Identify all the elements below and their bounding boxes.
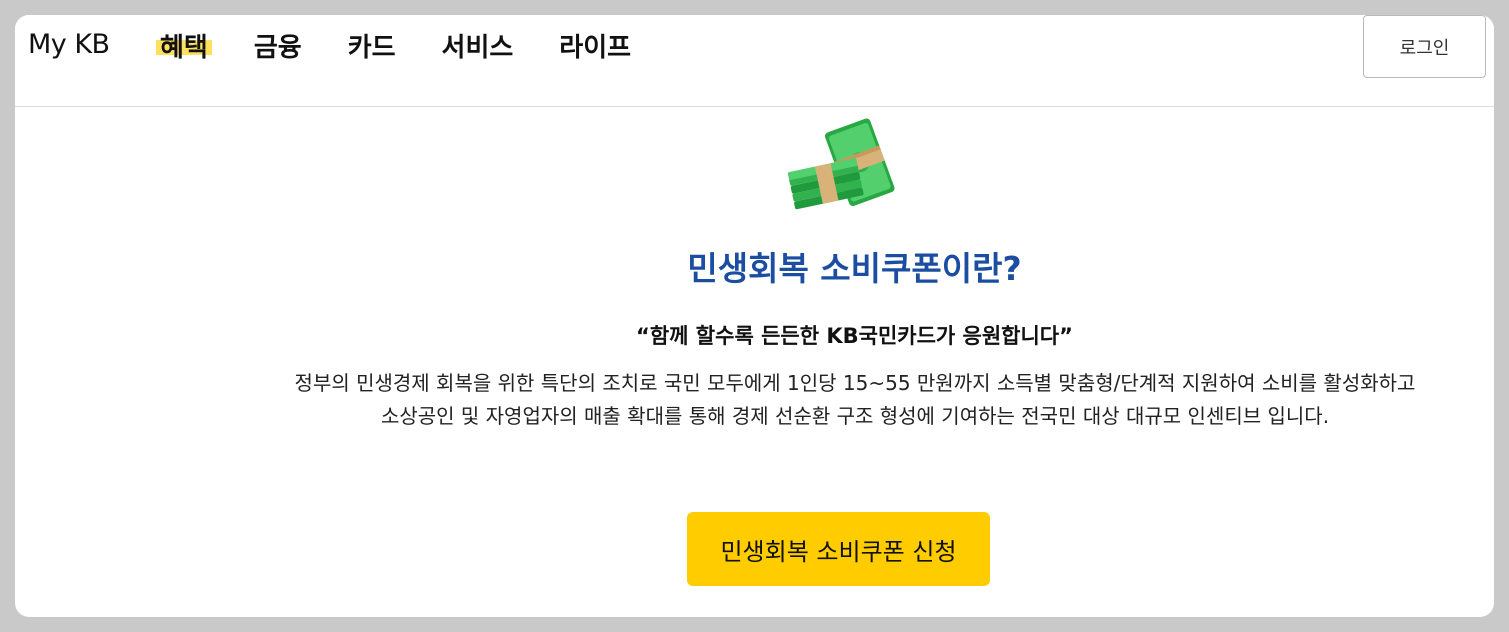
main-nav: 혜택 금융 카드 서비스 라이프: [156, 27, 677, 64]
description: 정부의 민생경제 회복을 위한 특단의 조치로 국민 모두에게 1인당 15~5…: [165, 367, 1494, 433]
slogan: “함께 할수록 든든한 KB국민카드가 응원합니다”: [636, 324, 1073, 348]
site-header: My KB 혜택 금융 카드 서비스 라이프 로그인: [15, 15, 1494, 107]
page-title: 민생회복 소비쿠폰이란?: [687, 249, 1022, 288]
nav-item-label: 라이프: [559, 33, 632, 63]
logo[interactable]: My KB: [28, 29, 110, 60]
nav-item-label: 서비스: [441, 33, 514, 63]
nav-item-life[interactable]: 라이프: [559, 27, 631, 64]
nav-item-service[interactable]: 서비스: [442, 27, 514, 64]
browser-window: My KB 혜택 금융 카드 서비스 라이프 로그인 민생회복 소비쿠폰이란? …: [15, 15, 1494, 617]
money-stack-icon: [787, 118, 895, 210]
description-line: 정부의 민생경제 회복을 위한 특단의 조치로 국민 모두에게 1인당 15~5…: [294, 371, 1416, 395]
nav-item-label: 카드: [347, 33, 396, 63]
nav-item-label: 금융: [253, 33, 302, 63]
login-button[interactable]: 로그인: [1363, 15, 1486, 78]
nav-item-finance[interactable]: 금융: [254, 27, 302, 64]
nav-item-label: 혜택: [160, 33, 208, 63]
nav-item-benefits[interactable]: 혜택: [156, 27, 212, 64]
nav-item-card[interactable]: 카드: [348, 27, 396, 64]
description-line: 소상공인 및 자영업자의 매출 확대를 통해 경제 선순환 구조 형성에 기여하…: [380, 404, 1330, 428]
apply-coupon-button[interactable]: 민생회복 소비쿠폰 신청: [687, 512, 990, 586]
